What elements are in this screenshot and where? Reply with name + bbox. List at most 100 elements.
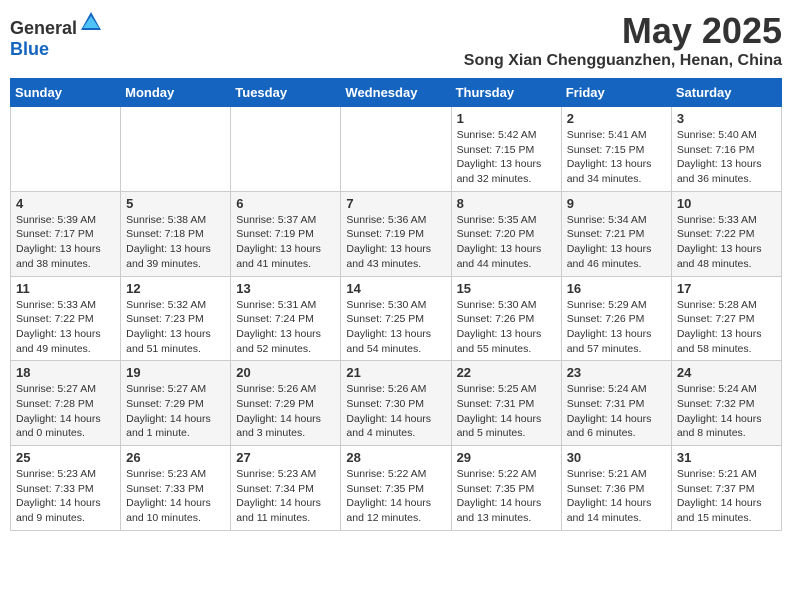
day-number: 26 [126,450,225,465]
day-info: Sunrise: 5:29 AMSunset: 7:26 PMDaylight:… [567,298,666,357]
day-info: Sunrise: 5:22 AMSunset: 7:35 PMDaylight:… [457,467,556,526]
month-title: May 2025 [464,10,782,52]
day-info: Sunrise: 5:30 AMSunset: 7:25 PMDaylight:… [346,298,445,357]
day-info: Sunrise: 5:37 AMSunset: 7:19 PMDaylight:… [236,213,335,272]
calendar-cell [11,107,121,192]
day-info: Sunrise: 5:38 AMSunset: 7:18 PMDaylight:… [126,213,225,272]
day-info: Sunrise: 5:27 AMSunset: 7:29 PMDaylight:… [126,382,225,441]
calendar-table: SundayMondayTuesdayWednesdayThursdayFrid… [10,78,782,531]
calendar-cell: 21Sunrise: 5:26 AMSunset: 7:30 PMDayligh… [341,361,451,446]
day-info: Sunrise: 5:33 AMSunset: 7:22 PMDaylight:… [16,298,115,357]
day-number: 4 [16,196,115,211]
day-info: Sunrise: 5:21 AMSunset: 7:36 PMDaylight:… [567,467,666,526]
day-number: 8 [457,196,556,211]
column-header-friday: Friday [561,79,671,107]
day-number: 15 [457,281,556,296]
day-number: 24 [677,365,776,380]
logo-general: General [10,18,77,38]
calendar-cell: 14 Sunrise: 5:30 AMSunset: 7:25 PMDayligh… [341,276,451,361]
calendar-cell: 2Sunrise: 5:41 AMSunset: 7:15 PMDaylight… [561,107,671,192]
day-info: Sunrise: 5:26 AMSunset: 7:29 PMDaylight:… [236,382,335,441]
day-number: 27 [236,450,335,465]
day-number: 11 [16,281,115,296]
logo-blue: Blue [10,39,49,59]
day-info: Sunrise: 5:42 AMSunset: 7:15 PMDaylight:… [457,128,556,187]
day-number: 19 [126,365,225,380]
day-info: Sunrise: 5:24 AMSunset: 7:32 PMDaylight:… [677,382,776,441]
day-number: 18 [16,365,115,380]
calendar-cell: 31Sunrise: 5:21 AMSunset: 7:37 PMDayligh… [671,446,781,531]
logo-icon [79,10,103,34]
header-row: SundayMondayTuesdayWednesdayThursdayFrid… [11,79,782,107]
day-info: Sunrise: 5:30 AMSunset: 7:26 PMDaylight:… [457,298,556,357]
column-header-thursday: Thursday [451,79,561,107]
day-info: Sunrise: 5:36 AMSunset: 7:19 PMDaylight:… [346,213,445,272]
day-number: 10 [677,196,776,211]
day-info: Sunrise: 5:21 AMSunset: 7:37 PMDaylight:… [677,467,776,526]
calendar-cell: 28Sunrise: 5:22 AMSunset: 7:35 PMDayligh… [341,446,451,531]
calendar-cell: 6 Sunrise: 5:37 AMSunset: 7:19 PMDaylight… [231,191,341,276]
calendar-cell: 4 Sunrise: 5:39 AMSunset: 7:17 PMDaylight… [11,191,121,276]
calendar-cell: 8 Sunrise: 5:35 AMSunset: 7:20 PMDaylight… [451,191,561,276]
calendar-cell [231,107,341,192]
calendar-cell: 23 Sunrise: 5:24 AMSunset: 7:31 PMDayligh… [561,361,671,446]
day-info: Sunrise: 5:32 AMSunset: 7:23 PMDaylight:… [126,298,225,357]
week-row-2: 4 Sunrise: 5:39 AMSunset: 7:17 PMDaylight… [11,191,782,276]
calendar-cell: 18Sunrise: 5:27 AMSunset: 7:28 PMDayligh… [11,361,121,446]
day-number: 25 [16,450,115,465]
day-number: 2 [567,111,666,126]
day-info: Sunrise: 5:28 AMSunset: 7:27 PMDaylight:… [677,298,776,357]
day-number: 6 [236,196,335,211]
calendar-cell: 12Sunrise: 5:32 AMSunset: 7:23 PMDayligh… [121,276,231,361]
column-header-tuesday: Tuesday [231,79,341,107]
calendar-cell: 29 Sunrise: 5:22 AMSunset: 7:35 PMDayligh… [451,446,561,531]
day-number: 23 [567,365,666,380]
day-info: Sunrise: 5:31 AMSunset: 7:24 PMDaylight:… [236,298,335,357]
day-info: Sunrise: 5:24 AMSunset: 7:31 PMDaylight:… [567,382,666,441]
calendar-cell: 30Sunrise: 5:21 AMSunset: 7:36 PMDayligh… [561,446,671,531]
day-number: 22 [457,365,556,380]
calendar-cell: 3Sunrise: 5:40 AMSunset: 7:16 PMDaylight… [671,107,781,192]
location-title: Song Xian Chengguanzhen, Henan, China [464,52,782,70]
calendar-cell: 15 Sunrise: 5:30 AMSunset: 7:26 PMDayligh… [451,276,561,361]
calendar-cell: 11 Sunrise: 5:33 AMSunset: 7:22 PMDayligh… [11,276,121,361]
week-row-1: 1 Sunrise: 5:42 AMSunset: 7:15 PMDaylight… [11,107,782,192]
calendar-cell: 17 Sunrise: 5:28 AMSunset: 7:27 PMDayligh… [671,276,781,361]
calendar-cell: 9Sunrise: 5:34 AMSunset: 7:21 PMDaylight… [561,191,671,276]
day-number: 21 [346,365,445,380]
column-header-sunday: Sunday [11,79,121,107]
day-info: Sunrise: 5:23 AMSunset: 7:34 PMDaylight:… [236,467,335,526]
day-info: Sunrise: 5:33 AMSunset: 7:22 PMDaylight:… [677,213,776,272]
day-number: 5 [126,196,225,211]
calendar-cell: 25 Sunrise: 5:23 AMSunset: 7:33 PMDayligh… [11,446,121,531]
day-info: Sunrise: 5:23 AMSunset: 7:33 PMDaylight:… [16,467,115,526]
calendar-cell [341,107,451,192]
day-info: Sunrise: 5:34 AMSunset: 7:21 PMDaylight:… [567,213,666,272]
day-number: 13 [236,281,335,296]
day-info: Sunrise: 5:23 AMSunset: 7:33 PMDaylight:… [126,467,225,526]
column-header-monday: Monday [121,79,231,107]
calendar-cell: 5 Sunrise: 5:38 AMSunset: 7:18 PMDaylight… [121,191,231,276]
calendar-cell: 13 Sunrise: 5:31 AMSunset: 7:24 PMDayligh… [231,276,341,361]
title-area: May 2025 Song Xian Chengguanzhen, Henan,… [464,10,782,70]
calendar-cell [121,107,231,192]
calendar-cell: 22 Sunrise: 5:25 AMSunset: 7:31 PMDayligh… [451,361,561,446]
day-number: 17 [677,281,776,296]
calendar-cell: 16Sunrise: 5:29 AMSunset: 7:26 PMDayligh… [561,276,671,361]
day-number: 14 [346,281,445,296]
day-number: 1 [457,111,556,126]
day-number: 29 [457,450,556,465]
day-number: 3 [677,111,776,126]
logo: General Blue [10,10,103,60]
day-number: 20 [236,365,335,380]
week-row-5: 25 Sunrise: 5:23 AMSunset: 7:33 PMDayligh… [11,446,782,531]
day-info: Sunrise: 5:39 AMSunset: 7:17 PMDaylight:… [16,213,115,272]
calendar-cell: 27 Sunrise: 5:23 AMSunset: 7:34 PMDayligh… [231,446,341,531]
header: General Blue May 2025 Song Xian Chenggua… [10,10,782,70]
calendar-cell: 19 Sunrise: 5:27 AMSunset: 7:29 PMDayligh… [121,361,231,446]
day-info: Sunrise: 5:35 AMSunset: 7:20 PMDaylight:… [457,213,556,272]
day-number: 7 [346,196,445,211]
day-info: Sunrise: 5:25 AMSunset: 7:31 PMDaylight:… [457,382,556,441]
calendar-cell: 7 Sunrise: 5:36 AMSunset: 7:19 PMDaylight… [341,191,451,276]
calendar-cell: 10 Sunrise: 5:33 AMSunset: 7:22 PMDayligh… [671,191,781,276]
